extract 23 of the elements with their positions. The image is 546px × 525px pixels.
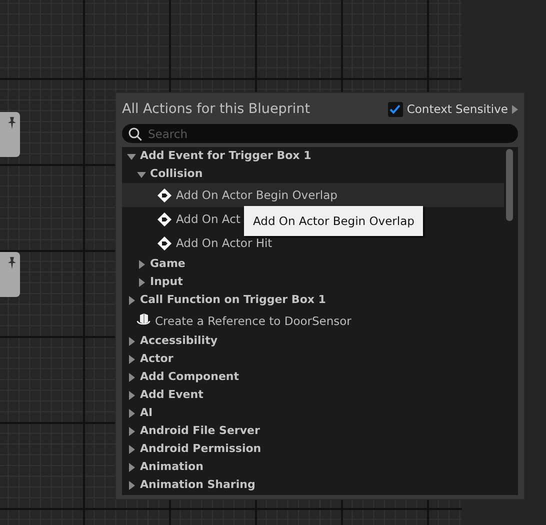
reference-action-item[interactable]: Create a Reference to DoorSensor [155, 314, 352, 328]
category-label[interactable]: Game [150, 257, 186, 271]
category-label[interactable]: Actor [140, 352, 174, 366]
category-label[interactable]: Animation [140, 460, 204, 474]
event-action-item[interactable]: Add On Actor Begin Overlap [176, 188, 338, 202]
tooltip: Add On Actor Begin Overlap [244, 206, 424, 236]
event-action-item[interactable]: Add On Actor Hit [176, 236, 272, 250]
context-sensitive-toggle[interactable]: Context Sensitive [388, 102, 518, 116]
category-label[interactable]: Input [150, 275, 183, 289]
category-label[interactable]: AI [140, 406, 153, 420]
category-label[interactable]: Call Function on Trigger Box 1 [140, 293, 326, 307]
category-label[interactable]: Animation Sharing [140, 478, 256, 492]
category-label[interactable]: Android Permission [140, 442, 262, 456]
category-label[interactable]: Accessibility [140, 334, 218, 348]
action-row[interactable]: Add On Actor Begin Overlap [122, 183, 504, 207]
category-label[interactable]: Add Event [140, 388, 204, 402]
search-field[interactable]: Search [122, 124, 518, 143]
category-label[interactable]: Collision [150, 167, 203, 181]
category-label[interactable]: Add Event for Trigger Box 1 [140, 149, 312, 163]
category-label[interactable]: Android File Server [140, 424, 260, 438]
event-action-item[interactable]: Add On Act [176, 212, 240, 226]
menu-title: All Actions for this Blueprint [122, 101, 310, 117]
category-label[interactable]: Add Component [140, 370, 239, 384]
